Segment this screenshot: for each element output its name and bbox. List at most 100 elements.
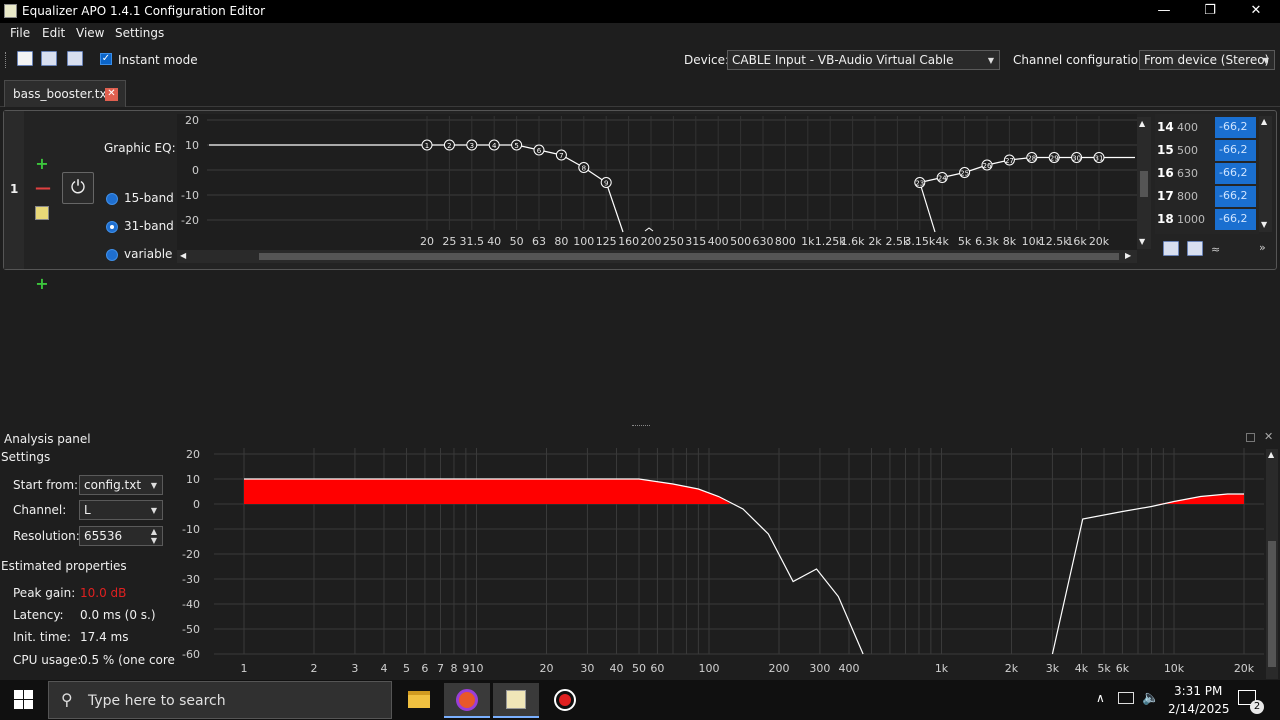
menu-file[interactable]: File [10, 26, 30, 40]
response-y-tick-label: 0 [193, 498, 200, 511]
toolbar-grip[interactable] [5, 52, 8, 68]
band-frequency: 630 [1177, 167, 1198, 180]
close-icon[interactable]: ✕ [1264, 430, 1273, 443]
clock-time[interactable]: 3:31 PM [1174, 684, 1222, 698]
restore-icon[interactable]: ❐ [1187, 0, 1233, 23]
add-filter-icon[interactable]: + [35, 276, 49, 292]
clock-date[interactable]: 2/14/2025 [1168, 702, 1230, 716]
remove-filter-icon[interactable]: — [35, 180, 51, 196]
eq-x-tick-label: 315 [685, 235, 706, 248]
band-number: 18 [1157, 212, 1174, 226]
volume-icon[interactable]: 🔈 [1142, 690, 1159, 706]
editor-app-icon[interactable] [493, 683, 539, 718]
menu-settings[interactable]: Settings [115, 26, 164, 40]
start-from-value: config.txt [84, 478, 142, 492]
spin-up-icon[interactable]: ▲ [151, 527, 157, 536]
response-x-tick-label: 7 [437, 662, 444, 675]
power-icon[interactable]: ⏻ [62, 172, 94, 204]
close-icon[interactable]: ✕ [105, 88, 118, 101]
new-file-icon[interactable] [17, 51, 33, 66]
band-frequency: 1000 [1177, 213, 1205, 226]
minimize-icon[interactable]: — [1141, 0, 1187, 23]
band-row[interactable]: 14 400 -66,2 [1155, 116, 1259, 139]
float-icon[interactable] [1246, 433, 1255, 442]
band-table-scrollbar[interactable]: ▲ ▼ [1259, 116, 1272, 232]
network-icon[interactable] [1118, 692, 1134, 704]
eq-x-ticks: 20 25 31.5 40 50 63 80 100 125 160 200 250 315 400 500… [420, 235, 1110, 248]
band-gain-input[interactable]: -66,2 [1215, 117, 1256, 138]
scroll-thumb[interactable] [1140, 171, 1148, 197]
tab-bass-booster[interactable]: bass_booster.txt ✕ [4, 80, 126, 107]
band-row[interactable]: 15 500 -66,2 [1155, 139, 1259, 162]
scroll-thumb[interactable] [259, 253, 1119, 260]
scroll-thumb[interactable] [1268, 541, 1276, 667]
chevron-up-icon[interactable]: ∧ [1096, 691, 1105, 705]
response-vertical-scrollbar[interactable]: ▲ [1266, 449, 1278, 679]
close-icon[interactable]: ✕ [1233, 0, 1279, 23]
panel-splitter[interactable] [632, 425, 650, 428]
band-gain-input[interactable]: -66,2 [1215, 163, 1256, 184]
band-gain-input[interactable]: -66,2 [1215, 140, 1256, 161]
band-row[interactable]: 18 1000 -66,2 [1155, 208, 1259, 231]
channel-select[interactable]: L ▼ [79, 500, 163, 520]
chevron-down-icon: ▼ [150, 506, 157, 515]
band-gain-input[interactable]: -66,2 [1215, 209, 1256, 230]
band-row[interactable]: 17 800 -66,2 [1155, 185, 1259, 208]
import-icon[interactable] [1163, 241, 1179, 256]
menu-view[interactable]: View [76, 26, 104, 40]
instant-mode-checkbox[interactable]: ✓ [100, 53, 112, 65]
frequency-response-plot[interactable]: 20 10 0 -10 -20 -30 -40 -50 -60 1 2 3 4 5 6 7 8 9 10 20 30 4… [176, 446, 1266, 678]
firefox-icon[interactable] [444, 683, 490, 718]
band-gain-input[interactable]: -66,2 [1215, 186, 1256, 207]
device-select[interactable]: CABLE Input - VB-Audio Virtual Cable ▼ [727, 50, 1000, 70]
expand-icon[interactable]: » [1259, 241, 1266, 254]
eq-x-tick-label: 8k [1003, 235, 1017, 248]
resolution-value: 65536 [84, 529, 123, 543]
start-from-select[interactable]: config.txt ▼ [79, 475, 163, 495]
graphic-eq-svg[interactable]: 20100-10-20 20 25 31.5 40 50 63 80 100 125 160 200… [177, 114, 1137, 250]
edit-filter-icon[interactable] [35, 206, 49, 220]
scroll-right-icon[interactable]: ▶ [1125, 251, 1131, 260]
search-placeholder: Type here to search [88, 693, 226, 709]
radio-15-band-label: 15-band [124, 191, 174, 205]
channel-config-select[interactable]: From device (Stereo) ▼ [1139, 50, 1275, 70]
band-row[interactable]: 16 630 -66,2 [1155, 162, 1259, 185]
file-explorer-icon[interactable] [396, 683, 442, 718]
eq-x-tick-label: 125 [596, 235, 617, 248]
radio-variable[interactable] [106, 249, 118, 261]
eq-x-tick-label: 250 [663, 235, 684, 248]
graphic-eq-plot[interactable]: 20 10 0 -10 -20 20 25 31.5 40 50 63 80 100 125 160 200… [177, 114, 1137, 250]
eq-node-label: 5 [514, 142, 518, 150]
export-icon[interactable] [1187, 241, 1203, 256]
eq-horizontal-scrollbar[interactable]: ◀ ▶ [177, 250, 1137, 263]
scroll-left-icon[interactable]: ◀ [180, 251, 186, 260]
open-file-icon[interactable] [41, 51, 57, 66]
eq-node-label: 31 [1095, 155, 1104, 163]
add-filter-icon[interactable]: + [35, 156, 49, 172]
spin-down-icon[interactable]: ▼ [151, 536, 157, 545]
channel-value: L [84, 503, 91, 517]
response-fill-left [244, 479, 731, 504]
taskbar-search-box[interactable]: ⚲ Type here to search [48, 681, 392, 719]
scroll-down-icon[interactable]: ▼ [1139, 237, 1145, 246]
scroll-up-icon[interactable]: ▲ [1261, 117, 1267, 126]
scroll-up-icon[interactable]: ▲ [1139, 119, 1145, 128]
eq-x-tick-label: 40 [487, 235, 501, 248]
response-x-tick-label: 20 [539, 662, 553, 675]
frequency-response-svg[interactable]: 20100-10-20-30-40-50-60 1 2 3 4 5 6 7 8 9 10 20 30 4… [176, 446, 1266, 678]
record-app-icon[interactable] [542, 683, 588, 718]
response-x-tick-label: 2k [1005, 662, 1019, 675]
eq-node-label: 27 [1005, 157, 1014, 165]
radio-31-band[interactable] [106, 221, 118, 233]
eq-vertical-scrollbar[interactable]: ▲ ▼ [1137, 117, 1151, 249]
band-number: 17 [1157, 189, 1174, 203]
menu-edit[interactable]: Edit [42, 26, 65, 40]
save-file-icon[interactable] [67, 51, 83, 66]
radio-15-band[interactable] [106, 193, 118, 205]
scroll-down-icon[interactable]: ▼ [1261, 220, 1267, 229]
resolution-spinbox[interactable]: 65536 ▲ ▼ [79, 526, 163, 546]
windows-start-icon[interactable] [14, 690, 34, 710]
scroll-up-icon[interactable]: ▲ [1268, 450, 1274, 459]
normalize-icon[interactable]: ≈ [1211, 243, 1220, 256]
response-x-tick-label: 50 [632, 662, 646, 675]
